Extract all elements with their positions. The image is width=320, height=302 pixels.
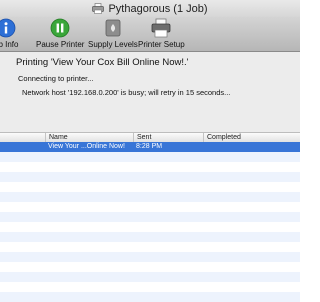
pause-printer-label: Pause Printer bbox=[36, 40, 85, 49]
empty-row bbox=[0, 172, 300, 182]
empty-row bbox=[0, 282, 300, 292]
job-sent-cell: 8:28 PM bbox=[136, 143, 163, 150]
pause-icon bbox=[50, 18, 70, 38]
status-area: Printing 'View Your Cox Bill Online Now!… bbox=[0, 52, 300, 132]
supply-levels-label: Supply Levels bbox=[88, 40, 138, 49]
empty-row bbox=[0, 182, 300, 192]
printer-setup-icon bbox=[151, 18, 171, 38]
job-info-button[interactable]: ob Info bbox=[0, 17, 18, 49]
printer-icon bbox=[92, 3, 105, 14]
connecting-status: Connecting to printer... bbox=[18, 74, 94, 83]
empty-row bbox=[0, 242, 300, 252]
empty-row bbox=[0, 192, 300, 202]
empty-row bbox=[0, 292, 300, 302]
network-busy-message: Network host '192.168.0.200' is busy; wi… bbox=[22, 88, 231, 97]
empty-row bbox=[0, 202, 300, 212]
window-title-bar: Pythagorous (1 Job) bbox=[0, 0, 300, 17]
empty-row bbox=[0, 262, 300, 272]
empty-row bbox=[0, 232, 300, 242]
column-header-name[interactable]: Name bbox=[45, 133, 133, 142]
job-completed-cell bbox=[203, 142, 300, 152]
column-header-completed[interactable]: Completed bbox=[203, 133, 300, 142]
column-header-status[interactable] bbox=[0, 133, 45, 142]
pause-printer-button[interactable]: Pause Printer bbox=[36, 17, 84, 49]
empty-row bbox=[0, 152, 300, 162]
empty-row bbox=[0, 222, 300, 232]
job-name-cell: View Your ...Online Now! bbox=[48, 143, 125, 150]
supply-levels-button[interactable]: Supply Levels bbox=[88, 17, 138, 49]
job-info-label: ob Info bbox=[0, 40, 19, 49]
column-header-sent[interactable]: Sent bbox=[133, 133, 203, 142]
window-title: Pythagorous (1 Job) bbox=[108, 2, 208, 15]
empty-row bbox=[0, 252, 300, 262]
empty-row bbox=[0, 162, 300, 172]
printing-status-title: Printing 'View Your Cox Bill Online Now!… bbox=[16, 57, 189, 68]
table-row[interactable]: View Your ...Online Now! 8:28 PM bbox=[0, 142, 300, 152]
printer-setup-label: Printer Setup bbox=[138, 40, 185, 49]
job-rows: View Your ...Online Now! 8:28 PM bbox=[0, 142, 300, 302]
supply-levels-icon bbox=[105, 19, 121, 37]
info-icon bbox=[0, 18, 16, 38]
job-table: Name Sent Completed View Your ...Online … bbox=[0, 132, 300, 302]
toolbar: ob Info Pause Printer Supply Levels Prin… bbox=[0, 17, 300, 52]
empty-row bbox=[0, 272, 300, 282]
printer-setup-button[interactable]: Printer Setup bbox=[138, 17, 185, 49]
empty-row bbox=[0, 212, 300, 222]
